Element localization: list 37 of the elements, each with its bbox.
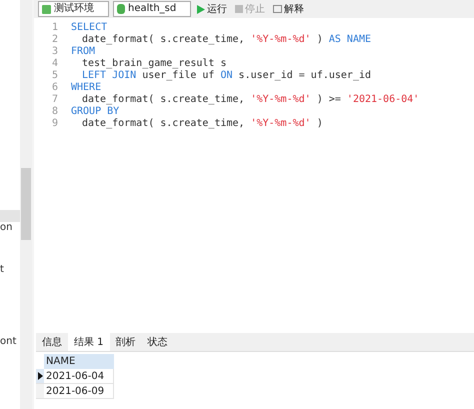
database-icon	[117, 4, 125, 14]
run-button[interactable]: 运行	[195, 1, 230, 17]
code-line: GROUP BY	[71, 106, 120, 118]
code-line: LEFT JOIN user_file uf ON s.user_id = uf.user_id	[81, 70, 372, 82]
table-cell[interactable]: 2021-06-09	[44, 384, 114, 399]
line-number: 4	[50, 58, 59, 70]
line-number: 9	[50, 118, 59, 130]
column-header: NAME	[44, 354, 114, 369]
explain-button[interactable]: 解释	[271, 1, 306, 17]
connection-icon	[42, 4, 51, 14]
scrollbar-thumb[interactable]	[21, 168, 31, 240]
explain-icon	[273, 5, 282, 13]
line-number: 6	[50, 82, 59, 94]
code-line: date_format( s.create_time, '%Y-%m-%d' )	[81, 118, 323, 130]
code-line: date_format( s.create_time, '%Y-%m-%d' ) >= '2021-06-04'	[81, 94, 420, 106]
code-line: WHERE	[71, 82, 102, 94]
table-cell[interactable]: 2021-06-04	[44, 369, 114, 384]
code-line: FROM	[71, 46, 96, 58]
row-pointer-icon	[38, 372, 42, 380]
line-number: 3	[50, 46, 59, 58]
play-icon	[197, 4, 206, 14]
code-line: test_brain_game_result s	[81, 58, 226, 70]
line-number: 7	[50, 94, 59, 106]
row-selector[interactable]	[36, 369, 44, 384]
code-line: SELECT	[71, 22, 108, 34]
connection-dropdown[interactable]: 测试环境	[38, 1, 109, 17]
sidebar-text: t	[0, 264, 4, 276]
line-number: 1	[50, 22, 59, 34]
line-number: 8	[50, 106, 59, 118]
line-number: 5	[50, 70, 59, 82]
database-dropdown[interactable]: health_sd	[113, 1, 192, 17]
code-line: date_format( s.create_time, '%Y-%m-%d' ) AS NAME	[81, 34, 372, 46]
stop-icon	[235, 5, 244, 13]
sidebar-text: ont	[0, 336, 16, 348]
result-tab[interactable]: 结果 1	[68, 333, 110, 351]
line-number: 2	[50, 34, 59, 46]
sidebar-text: on	[0, 222, 12, 234]
